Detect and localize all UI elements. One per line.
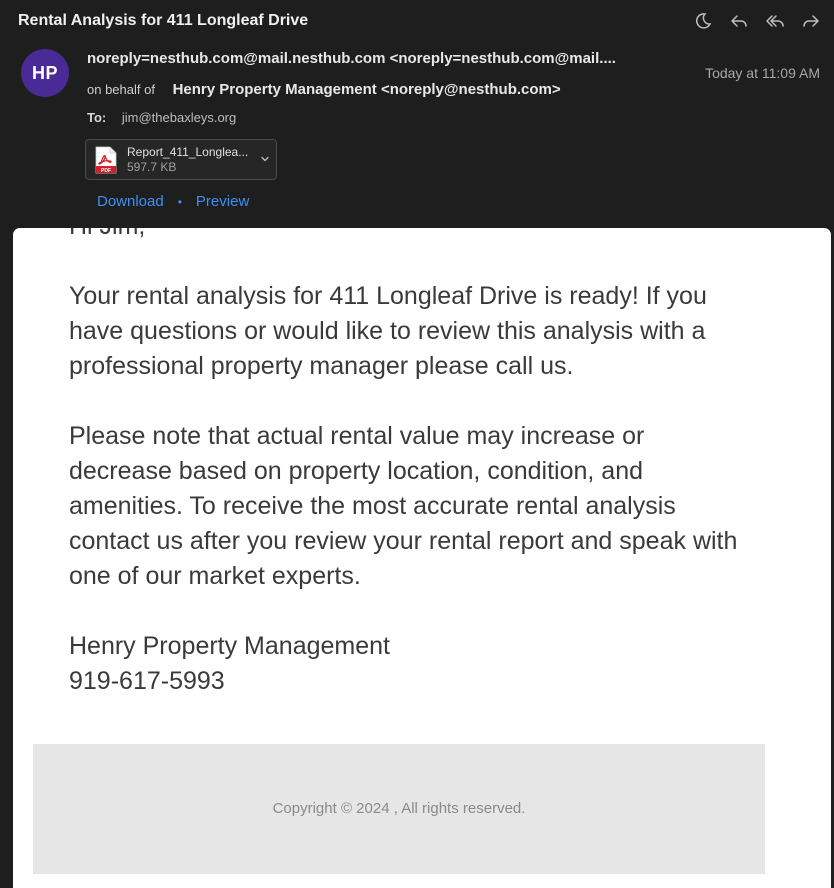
svg-text:PDF: PDF	[101, 168, 111, 174]
moon-icon[interactable]	[692, 10, 714, 32]
on-behalf-row: on behalf of Henry Property Management <…	[87, 81, 561, 98]
sender-avatar: HP	[21, 49, 69, 97]
message-header: Rental Analysis for 411 Longleaf Drive H…	[0, 0, 834, 228]
to-label: To:	[87, 110, 107, 125]
chevron-down-icon[interactable]	[260, 154, 270, 164]
on-behalf-label: on behalf of	[87, 82, 155, 97]
reply-icon[interactable]	[728, 10, 750, 32]
on-behalf-sender[interactable]: Henry Property Management <noreply@nesth…	[173, 81, 561, 98]
received-date: Today at 11:09 AM	[705, 65, 820, 81]
body-paragraph-1: Your rental analysis for 411 Longleaf Dr…	[69, 282, 707, 380]
email-footer: Copyright © 2024 , All rights reserved.	[33, 744, 765, 874]
reply-all-icon[interactable]	[764, 10, 786, 32]
signature-name: Henry Property Management	[69, 632, 390, 660]
preview-link[interactable]: Preview	[196, 193, 249, 210]
forward-icon[interactable]	[800, 10, 822, 32]
attachment-size: 597.7 KB	[127, 160, 177, 174]
sender-address[interactable]: noreply=nesthub.com@mail.nesthub.com <no…	[87, 50, 677, 67]
recipient-address[interactable]: jim@thebaxleys.org	[122, 110, 236, 125]
attachment-actions: Download • Preview	[97, 193, 249, 210]
attachment-filename: Report_411_Longlea...	[127, 145, 249, 159]
copyright-text: Copyright © 2024 , All rights reserved.	[272, 800, 526, 817]
attachment-chip[interactable]: PDF Report_411_Longlea... 597.7 KB	[85, 139, 277, 180]
body-paragraph-2: Please note that actual rental value may…	[69, 422, 738, 590]
download-link[interactable]: Download	[97, 193, 164, 210]
signature-phone[interactable]: 919-617-5993	[69, 664, 749, 699]
message-body: Hi Jim, Your rental analysis for 411 Lon…	[13, 228, 831, 888]
separator-dot: •	[177, 194, 182, 209]
message-toolbar	[692, 10, 822, 32]
avatar-initials: HP	[31, 62, 58, 83]
body-text: Hi Jim, Your rental analysis for 411 Lon…	[69, 228, 749, 699]
email-subject: Rental Analysis for 411 Longleaf Drive	[18, 12, 309, 29]
greeting: Hi Jim,	[69, 228, 749, 244]
recipient-row: To: jim@thebaxleys.org	[87, 110, 236, 125]
pdf-file-icon: PDF	[95, 146, 117, 174]
